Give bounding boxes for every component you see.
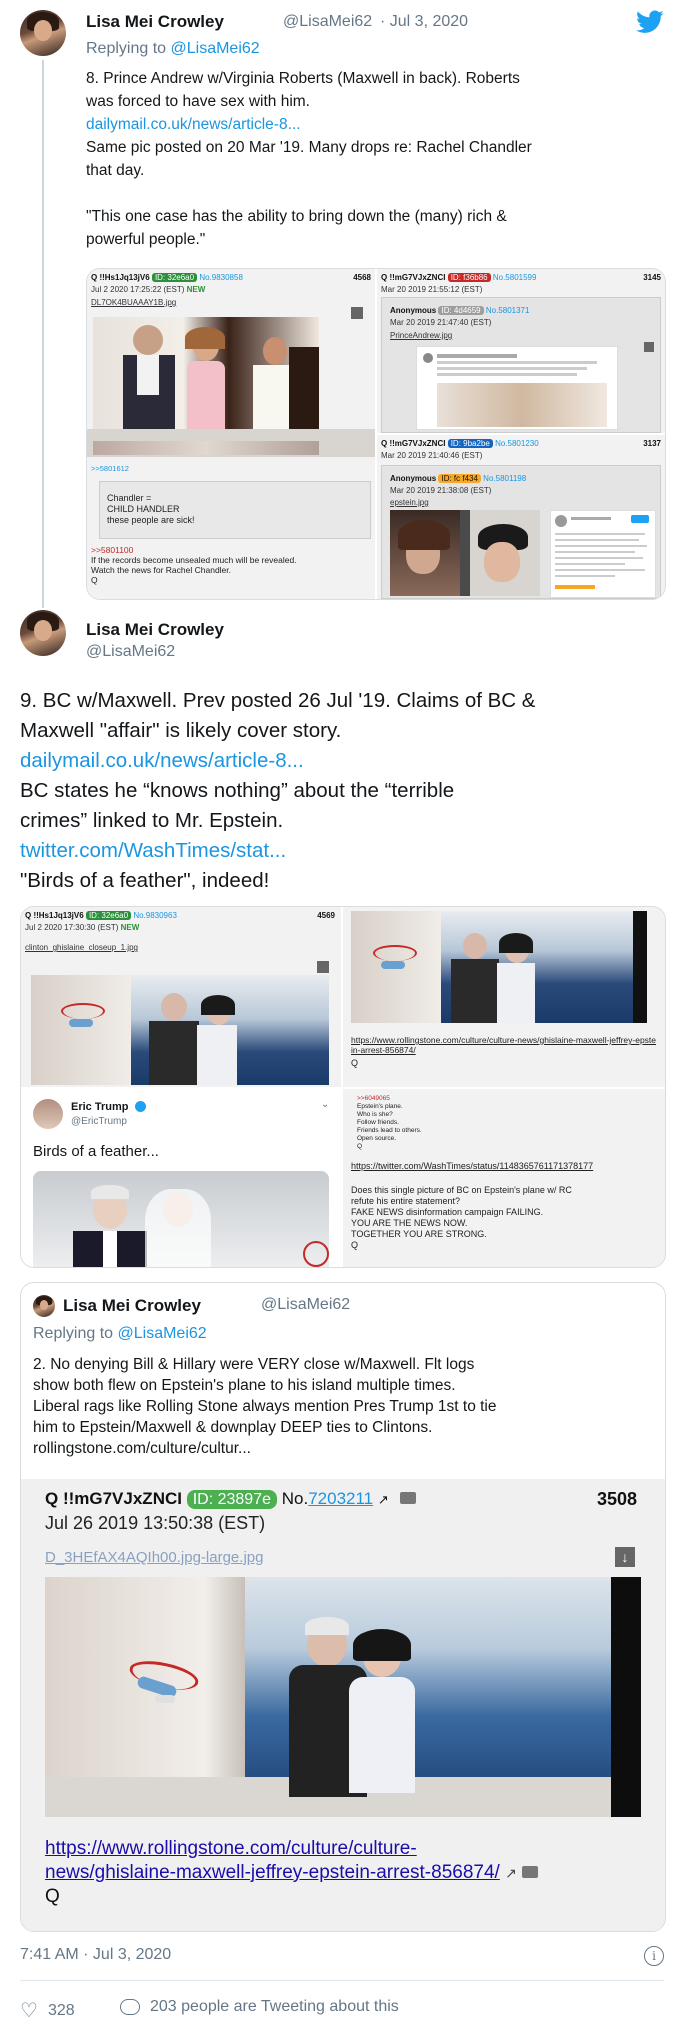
tweet-text: 9. BC w/Maxwell. Prev posted 26 Jul '19.… xyxy=(20,689,536,712)
tweet-body: 8. Prince Andrew w/Virginia Roberts (Max… xyxy=(86,67,676,251)
q-post-image[interactable]: Q !!mG7VJxZNCI ID: f36b86 No.5801599 314… xyxy=(377,269,665,435)
post-link[interactable]: https://twitter.com/WashTimes/status/114… xyxy=(351,1161,657,1172)
avatar[interactable] xyxy=(20,10,66,56)
quoted-author-name: Lisa Mei Crowley xyxy=(63,1296,201,1315)
download-icon[interactable] xyxy=(317,961,329,973)
tweet-link[interactable]: dailymail.co.uk/news/article-8... xyxy=(86,116,301,133)
tweet-text: 8. Prince Andrew w/Virginia Roberts (Max… xyxy=(86,70,520,87)
q-post-image[interactable]: https://www.rollingstone.com/culture/cul… xyxy=(343,907,665,1089)
chevron-down-icon: ⌄ xyxy=(321,1099,330,1110)
download-icon[interactable]: ↓ xyxy=(615,1547,635,1567)
folder-icon xyxy=(399,1492,416,1504)
tweet-text: Maxwell "affair" is likely cover story. xyxy=(20,719,342,742)
photo-plane-door xyxy=(351,911,647,1023)
photo-two-people xyxy=(390,510,540,596)
post-link[interactable]: news/ghislaine-maxwell-jeffrey-epstein-a… xyxy=(45,1862,500,1883)
photo-wedding xyxy=(33,1171,329,1267)
verified-icon xyxy=(135,1101,146,1112)
tweeting-about-link[interactable]: 203 people are Tweeting about this xyxy=(120,1998,399,2016)
download-icon[interactable] xyxy=(351,307,363,319)
q-post-image[interactable]: Q !!Hs1Jq13jV6 ID: 32e6a0 No.9830858 456… xyxy=(87,269,377,599)
external-link-icon: ↗ xyxy=(377,1492,389,1507)
tweet-text: rollingstone.com/culture/cultur... xyxy=(33,1440,251,1457)
replying-to: Replying to @LisaMei62 xyxy=(86,40,260,57)
replying-handle[interactable]: @LisaMei62 xyxy=(171,40,260,57)
photo-plane-door xyxy=(31,975,329,1085)
post-link[interactable]: https://www.rollingstone.com/culture/cul… xyxy=(351,1035,657,1055)
like-count: 328 xyxy=(47,2001,75,2019)
twitter-bird-icon[interactable] xyxy=(636,10,664,34)
tweet-text: Same pic posted on 20 Mar '19. Many drop… xyxy=(86,139,532,156)
tweet-text: that day. xyxy=(86,162,145,179)
tweet-text: "Birds of a feather", indeed! xyxy=(20,869,270,892)
photo-prince-andrew xyxy=(93,317,319,435)
avatar[interactable] xyxy=(20,610,66,656)
tweet-text: Liberal rags like Rolling Stone always m… xyxy=(33,1398,497,1415)
tweet-timestamp[interactable]: 7:41 AM · Jul 3, 2020 xyxy=(20,1946,171,1964)
quoted-body: 2. No denying Bill & Hillary were VERY c… xyxy=(33,1354,658,1459)
q-post-image[interactable]: Q !!Hs1Jq13jV6 ID: 32e6a0 No.9830963 456… xyxy=(21,907,343,1089)
folder-icon xyxy=(522,1866,539,1878)
media-grid[interactable]: Q !!Hs1Jq13jV6 ID: 32e6a0 No.9830963 456… xyxy=(20,906,666,1268)
replying-handle: @LisaMei62 xyxy=(117,1325,207,1342)
tweet-text: 2. No denying Bill & Hillary were VERY c… xyxy=(33,1356,475,1373)
tweet-date[interactable]: · Jul 3, 2020 xyxy=(380,13,468,31)
quoted-tweet[interactable]: Lisa Mei Crowley @LisaMei62 Replying to … xyxy=(20,1282,666,1932)
embedded-author-name: Eric Trump xyxy=(71,1101,129,1113)
embedded-author-handle: @EricTrump xyxy=(71,1116,127,1127)
media-grid[interactable]: Q !!Hs1Jq13jV6 ID: 32e6a0 No.9830858 456… xyxy=(86,268,666,600)
tweet-link[interactable]: twitter.com/WashTimes/stat... xyxy=(20,839,286,862)
tweet-body: 9. BC w/Maxwell. Prev posted 26 Jul '19.… xyxy=(20,686,670,896)
author-name[interactable]: Lisa Mei Crowley xyxy=(86,12,224,32)
info-icon[interactable]: i xyxy=(644,1946,664,1966)
embedded-tweet[interactable]: Eric Trump @EricTrump ⌄ Birds of a feath… xyxy=(21,1089,343,1267)
avatar xyxy=(33,1295,55,1317)
q-post-image[interactable]: >>6049065 Epstein's plane. Who is she? F… xyxy=(343,1089,665,1267)
author-handle[interactable]: @LisaMei62 xyxy=(86,643,175,661)
tweet-text: crimes” linked to Mr. Epstein. xyxy=(20,809,284,832)
post-number-link[interactable]: 7203211 xyxy=(308,1489,373,1508)
like-button[interactable]: ♡ 328 xyxy=(20,1998,75,2023)
replying-to: Replying to @LisaMei62 xyxy=(33,1325,207,1342)
q-post-image[interactable]: Q !!mG7VJxZNCI ID: 23897e No.7203211 ↗ 3… xyxy=(21,1479,665,1931)
file-link[interactable]: D_3HEfAX4AQIh00.jpg-large.jpg xyxy=(45,1549,263,1566)
author-handle[interactable]: @LisaMei62 xyxy=(283,13,372,31)
thread-line xyxy=(42,60,44,608)
tweet-text: was forced to have sex with him. xyxy=(86,93,310,110)
photo-plane-door xyxy=(45,1577,641,1817)
heart-icon: ♡ xyxy=(20,2000,38,2022)
author-name[interactable]: Lisa Mei Crowley xyxy=(86,620,224,640)
avatar xyxy=(33,1099,63,1129)
tweet-link[interactable]: dailymail.co.uk/news/article-8... xyxy=(20,749,304,772)
divider xyxy=(20,1980,664,1981)
tweet-text: show both flew on Epstein's plane to his… xyxy=(33,1377,456,1394)
embedded-tweet-text: Birds of a feather... xyxy=(33,1143,159,1160)
tweet-text: "This one case has the ability to bring … xyxy=(86,208,507,225)
q-post-image[interactable]: Q !!mG7VJxZNCI ID: 9ba2be No.5801230 313… xyxy=(377,435,665,599)
tweet-text: him to Epstein/Maxwell & downplay DEEP t… xyxy=(33,1419,433,1436)
quoted-author-handle: @LisaMei62 xyxy=(261,1296,351,1313)
comment-icon xyxy=(120,1999,140,2015)
tweet-text: BC states he “knows nothing” about the “… xyxy=(20,779,455,802)
post-link[interactable]: https://www.rollingstone.com/culture/cul… xyxy=(45,1838,417,1859)
external-link-icon: ↗ xyxy=(505,1865,517,1881)
tweet-text: powerful people." xyxy=(86,231,206,248)
